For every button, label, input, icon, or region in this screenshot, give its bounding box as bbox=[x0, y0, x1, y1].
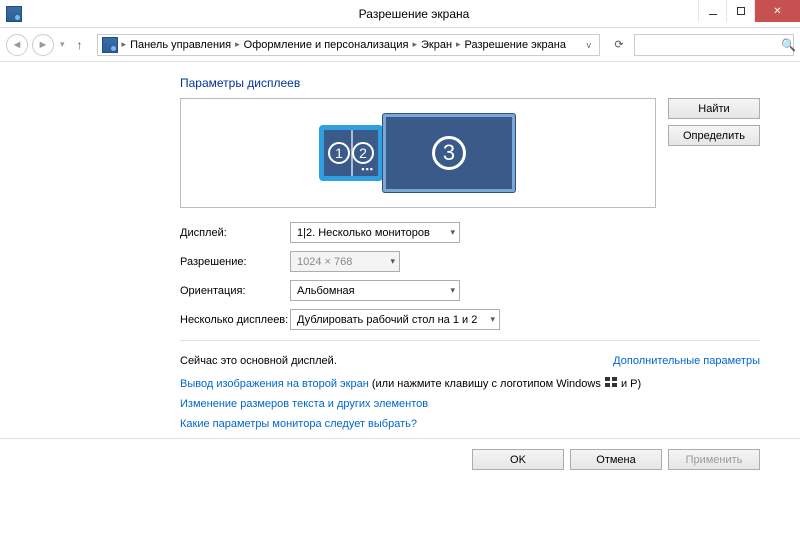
titlebar: Разрешение экрана ✕ bbox=[0, 0, 800, 28]
taskbar-indicator: ▪▪▪ bbox=[361, 164, 374, 174]
advanced-settings-link[interactable]: Дополнительные параметры bbox=[613, 355, 760, 367]
chevron-down-icon: ▾ bbox=[450, 227, 455, 238]
text-size-link[interactable]: Изменение размеров текста и других элеме… bbox=[180, 398, 428, 410]
which-monitor-link[interactable]: Какие параметры монитора следует выбрать… bbox=[180, 418, 417, 430]
chevron-down-icon: ▾ bbox=[450, 285, 455, 296]
orientation-label: Ориентация: bbox=[180, 285, 290, 297]
monitor-label: 2 bbox=[352, 142, 374, 164]
display-select[interactable]: 1|2. Несколько мониторов▾ bbox=[290, 222, 460, 243]
ok-button[interactable]: OK bbox=[472, 449, 564, 470]
project-line: Вывод изображения на второй экран (или н… bbox=[180, 377, 760, 390]
breadcrumb-item[interactable]: Разрешение экрана bbox=[465, 39, 566, 51]
minimize-button[interactable] bbox=[698, 0, 726, 22]
chevron-right-icon: ▸ bbox=[456, 39, 461, 50]
breadcrumb-item[interactable]: Оформление и персонализация bbox=[244, 39, 409, 51]
identify-button[interactable]: Определить bbox=[668, 125, 760, 146]
chevron-right-icon: ▸ bbox=[122, 39, 127, 50]
forward-button[interactable]: ► bbox=[32, 34, 54, 56]
maximize-button[interactable] bbox=[726, 0, 754, 22]
display-preview[interactable]: 1 2 ▪▪▪ 3 bbox=[180, 98, 656, 208]
multiple-displays-label: Несколько дисплеев: bbox=[180, 314, 290, 326]
search-icon[interactable]: 🔍 bbox=[781, 38, 796, 52]
page-heading: Параметры дисплеев bbox=[180, 76, 760, 90]
breadcrumb-item[interactable]: Панель управления bbox=[130, 39, 231, 51]
window-icon bbox=[0, 6, 28, 22]
dialog-footer: OK Отмена Применить bbox=[0, 439, 800, 470]
up-button[interactable]: ↑ bbox=[71, 38, 89, 52]
refresh-button[interactable]: ⟳ bbox=[608, 34, 630, 56]
chevron-right-icon: ▸ bbox=[412, 39, 417, 50]
chevron-down-icon: ▾ bbox=[390, 256, 395, 267]
breadcrumb-item[interactable]: Экран bbox=[421, 39, 452, 51]
content-area: Параметры дисплеев 1 2 ▪▪▪ 3 Найти Опред… bbox=[0, 62, 800, 430]
control-panel-icon bbox=[102, 37, 118, 53]
display-label: Дисплей: bbox=[180, 227, 290, 239]
search-box[interactable]: 🔍 bbox=[634, 34, 794, 56]
project-link[interactable]: Вывод изображения на второй экран bbox=[180, 378, 369, 390]
monitor-label: 1 bbox=[328, 142, 350, 164]
navbar: ◄ ► ▾ ↑ ▸ Панель управления ▸ Оформление… bbox=[0, 28, 800, 62]
apply-button[interactable]: Применить bbox=[668, 449, 760, 470]
detect-button[interactable]: Найти bbox=[668, 98, 760, 119]
cancel-button[interactable]: Отмена bbox=[570, 449, 662, 470]
chevron-right-icon: ▸ bbox=[235, 39, 240, 50]
back-button[interactable]: ◄ bbox=[6, 34, 28, 56]
close-button[interactable]: ✕ bbox=[754, 0, 800, 22]
address-bar[interactable]: ▸ Панель управления ▸ Оформление и персо… bbox=[97, 34, 600, 56]
window-title: Разрешение экрана bbox=[28, 7, 800, 21]
multiple-displays-select[interactable]: Дублировать рабочий стол на 1 и 2▾ bbox=[290, 309, 500, 330]
search-input[interactable] bbox=[639, 39, 781, 51]
resolution-select[interactable]: 1024 × 768▾ bbox=[290, 251, 400, 272]
orientation-select[interactable]: Альбомная▾ bbox=[290, 280, 460, 301]
chevron-down-icon: ▾ bbox=[490, 314, 495, 325]
monitor-3[interactable]: 3 bbox=[383, 114, 515, 192]
address-dropdown-icon[interactable]: v bbox=[583, 40, 596, 50]
history-dropdown[interactable]: ▾ bbox=[58, 39, 67, 50]
windows-key-icon bbox=[605, 377, 617, 387]
main-display-status: Сейчас это основной дисплей. bbox=[180, 355, 337, 367]
monitor-label: 3 bbox=[432, 136, 466, 170]
resolution-label: Разрешение: bbox=[180, 256, 290, 268]
monitor-1-2[interactable]: 1 2 ▪▪▪ bbox=[321, 127, 381, 179]
